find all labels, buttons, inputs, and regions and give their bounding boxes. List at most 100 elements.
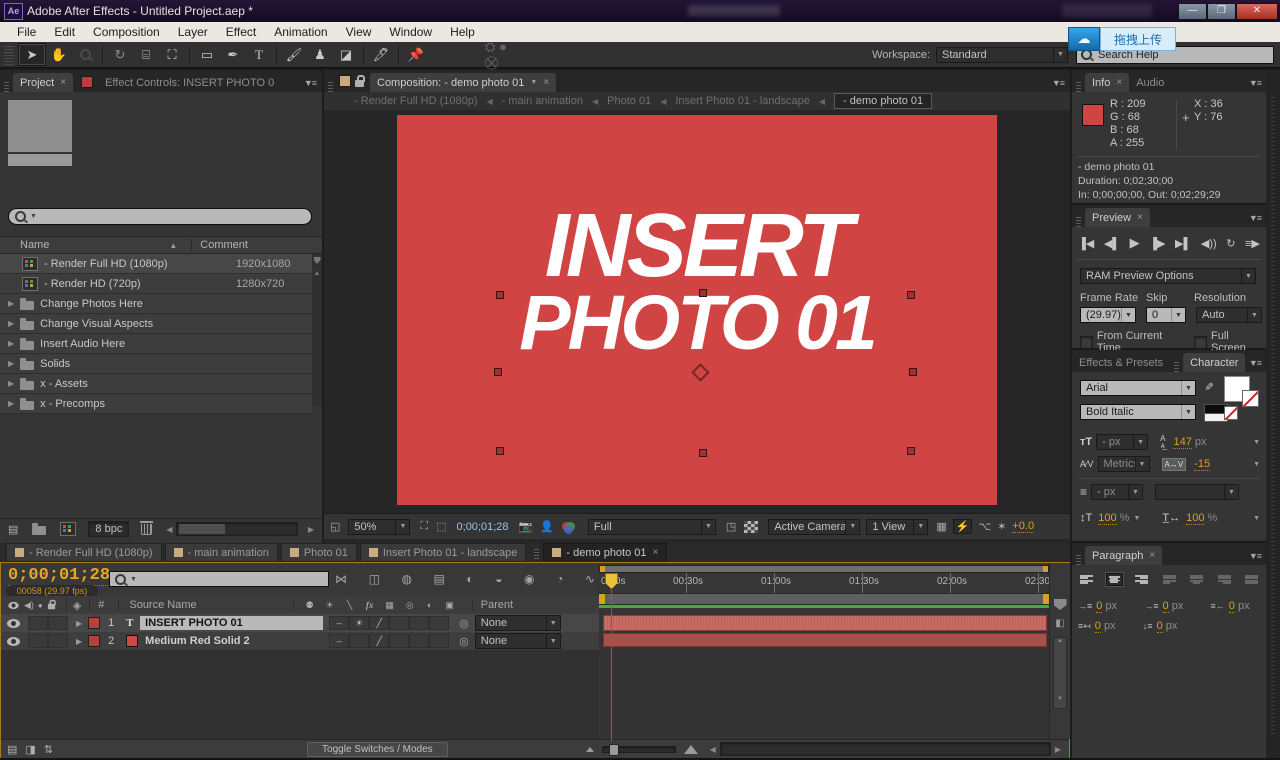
menu-edit[interactable]: Edit <box>45 25 84 39</box>
disclosure-triangle-icon[interactable]: ▶ <box>8 359 14 368</box>
audio-cell[interactable] <box>28 634 48 648</box>
current-time-indicator-line[interactable] <box>611 573 612 741</box>
preview-resolution-dropdown[interactable]: Auto▼ <box>1196 307 1262 323</box>
project-item-comp[interactable]: - Render Full HD (1080p) 1920x1080 <box>0 254 312 274</box>
frame-blend-switch[interactable] <box>409 634 429 648</box>
project-item-folder[interactable]: ▶ Insert Audio Here <box>0 334 312 354</box>
minimize-button[interactable]: — <box>1178 3 1207 20</box>
disclosure-triangle-icon[interactable]: ▶ <box>8 339 14 348</box>
disclosure-triangle-icon[interactable]: ▶ <box>8 379 14 388</box>
motion-blur-switch[interactable] <box>429 616 449 630</box>
interpret-footage-icon[interactable]: ▤ <box>8 523 18 536</box>
project-item-folder[interactable]: ▶ x - Assets <box>0 374 312 394</box>
selection-handle[interactable] <box>494 368 502 376</box>
layer-name[interactable]: Medium Red Solid 2 <box>140 634 323 648</box>
breadcrumb-item[interactable]: - Render Full HD (1080p) <box>354 95 478 107</box>
breadcrumb-item[interactable]: - main animation <box>502 95 583 107</box>
project-search-input[interactable]: ▼ <box>8 208 312 225</box>
pan-behind-tool[interactable]: ⛶ <box>159 44 185 65</box>
layer-disclosure-icon[interactable]: ▶ <box>76 619 82 628</box>
flowchart-icon[interactable] <box>314 257 321 264</box>
expand-transfer-controls-icon[interactable]: ◨ <box>25 743 35 756</box>
transparency-grid-icon[interactable] <box>744 521 758 533</box>
menu-layer[interactable]: Layer <box>169 25 217 39</box>
scroll-right-icon[interactable]: ▶ <box>1055 745 1061 754</box>
zoom-in-mountain-icon[interactable] <box>684 745 698 754</box>
font-size-dropdown[interactable]: - px ▼ <box>1096 434 1148 450</box>
solo-cell[interactable] <box>48 634 68 648</box>
brainstorm-icon[interactable]: ◒ <box>495 572 502 586</box>
stroke-color-swatch[interactable] <box>1242 390 1259 407</box>
panel-grip[interactable] <box>328 80 333 92</box>
upload-overlay[interactable]: ☁ 拖拽上传 <box>1068 27 1176 51</box>
justify-last-right-button[interactable] <box>1216 573 1233 586</box>
font-style-dropdown[interactable]: Bold Italic▼ <box>1080 404 1196 420</box>
panel-grip[interactable] <box>1076 80 1081 92</box>
timeline-tab[interactable]: - main animation <box>165 543 278 562</box>
clone-stamp-tool[interactable]: ♟ <box>307 44 333 65</box>
region-of-interest-icon[interactable]: ⬚ <box>436 520 446 533</box>
panel-menu-icon[interactable]: ▼≡ <box>304 78 322 92</box>
roto-brush-tool[interactable]: 🖊 <box>368 44 394 65</box>
comp-flowchart-icon[interactable]: ⌥ <box>978 520 991 533</box>
dropdown-arrow-icon[interactable]: ▼ <box>1253 515 1260 522</box>
menu-animation[interactable]: Animation <box>265 25 336 39</box>
close-icon[interactable]: × <box>543 77 549 88</box>
work-area-start-handle[interactable] <box>599 594 605 604</box>
close-icon[interactable]: × <box>1149 550 1155 561</box>
breadcrumb-item-active[interactable]: - demo photo 01 <box>834 93 932 109</box>
hand-tool[interactable]: ✋ <box>46 44 72 65</box>
first-line-indent-value[interactable]: 0 <box>1163 600 1169 613</box>
project-hscroll-track[interactable] <box>176 522 298 536</box>
quality-icon[interactable]: ╲ <box>340 600 360 611</box>
tab-audio[interactable]: Audio <box>1129 73 1171 92</box>
panel-grip[interactable] <box>1076 553 1081 565</box>
search-options-arrow-icon[interactable]: ▼ <box>130 576 137 583</box>
selection-handle[interactable] <box>907 291 915 299</box>
layer-visibility-icon[interactable] <box>7 619 20 628</box>
workspace-dropdown[interactable]: Standard ▼ <box>936 47 1068 63</box>
dropdown-arrow-icon[interactable]: ▼ <box>1133 515 1140 522</box>
quality-switch[interactable]: ╱ <box>369 616 389 630</box>
target-region-icon[interactable]: ◳ <box>726 520 736 533</box>
align-right-button[interactable] <box>1133 573 1150 586</box>
zoom-out-mountain-icon[interactable] <box>586 747 594 752</box>
parent-dropdown[interactable]: None ▼ <box>475 633 561 649</box>
motion-blur-switch[interactable] <box>429 634 449 648</box>
project-item-folder[interactable]: ▶ Solids <box>0 354 312 374</box>
stopwatch-icon[interactable]: ◔ <box>556 572 563 586</box>
justify-last-left-button[interactable] <box>1161 573 1178 586</box>
zoom-tool[interactable] <box>72 44 98 65</box>
motion-blur-column-icon[interactable]: ◎ <box>400 600 420 611</box>
fast-previews-icon[interactable]: ⚡ <box>953 519 973 534</box>
selection-handle[interactable] <box>909 368 917 376</box>
close-icon[interactable]: × <box>653 547 659 558</box>
selection-handle[interactable] <box>496 447 504 455</box>
draft-3d-icon[interactable]: ◫ <box>369 572 380 586</box>
exposure-value[interactable]: +0.0 <box>1012 520 1034 533</box>
frame-rate-dropdown[interactable]: (29.97)▼ <box>1080 307 1136 323</box>
pick-whip-icon[interactable]: ◎ <box>459 617 469 630</box>
sort-arrow-icon[interactable]: ▲ <box>169 241 177 250</box>
scroll-up-icon[interactable]: ▲ <box>1054 638 1066 644</box>
work-area-bar[interactable] <box>599 593 1049 605</box>
graph-editor-icon[interactable]: ∿ <box>585 572 595 586</box>
tab-preview[interactable]: Preview× <box>1085 208 1150 227</box>
selection-handle[interactable] <box>699 289 707 297</box>
eyedropper-icon[interactable]: ✎ <box>1202 382 1215 391</box>
frame-blend-switch[interactable] <box>409 616 429 630</box>
channel-icon[interactable] <box>562 521 578 533</box>
rotation-tool[interactable]: ↻ <box>107 44 133 65</box>
dropdown-arrow-icon[interactable]: ▼ <box>1253 461 1260 468</box>
panel-grip[interactable] <box>1174 360 1179 372</box>
label-column-icon[interactable]: ◈ <box>66 599 81 612</box>
menu-composition[interactable]: Composition <box>84 25 169 39</box>
comment-column-header[interactable]: Comment <box>191 239 248 251</box>
auto-keyframe-icon[interactable]: ◉ <box>524 572 534 586</box>
magnification-dropdown[interactable]: 50% ▼ <box>348 519 410 535</box>
indent-left-value[interactable]: 0 <box>1096 600 1102 613</box>
collapse-switch[interactable]: ☀ <box>349 616 369 630</box>
expand-layer-switches-icon[interactable]: ▤ <box>7 743 17 756</box>
last-frame-button[interactable]: ▶▌ <box>1175 237 1191 250</box>
snapshot-icon[interactable]: 📷 <box>519 520 533 533</box>
